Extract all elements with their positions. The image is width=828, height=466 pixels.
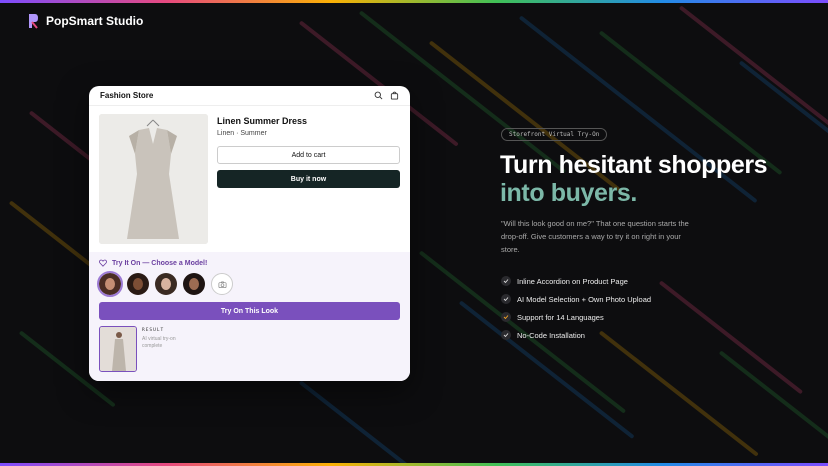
brand-logo-icon: [29, 14, 38, 29]
result-label: RESULT: [142, 328, 165, 333]
model-option-1[interactable]: [97, 271, 123, 297]
headline-line-2: into buyers.: [500, 179, 637, 207]
product-title: Linen Summer Dress: [217, 116, 308, 126]
feature-item: Inline Accordion on Product Page: [501, 272, 651, 290]
camera-icon: [218, 280, 226, 288]
brand-name: PopSmart Studio: [46, 14, 144, 28]
add-to-cart-button[interactable]: Add to cart: [217, 146, 400, 164]
model-option-4[interactable]: [183, 273, 205, 295]
feature-item: Support for 14 Languages: [501, 308, 651, 326]
heart-icon: [99, 259, 107, 267]
check-icon: [501, 276, 511, 286]
check-icon: [501, 312, 511, 322]
feature-label: AI Model Selection + Own Photo Upload: [517, 294, 652, 304]
try-on-panel: Try It On — Choose a Model! Try On This …: [89, 252, 410, 381]
bag-icon[interactable]: [390, 91, 399, 100]
feature-pill: Storefront Virtual Try-On: [501, 128, 608, 141]
store-name: Fashion Store: [100, 91, 154, 100]
feature-label: No-Code Installation: [517, 330, 585, 340]
model-selector: [97, 271, 233, 297]
brand[interactable]: PopSmart Studio: [28, 13, 143, 29]
result-thumbnail[interactable]: [99, 326, 137, 372]
try-on-button[interactable]: Try On This Look: [99, 302, 400, 320]
buy-now-button[interactable]: Buy it now: [217, 170, 400, 188]
try-on-title-label: Try It On — Choose a Model!: [112, 259, 208, 267]
result-description: AI virtual try-on complete: [142, 336, 176, 349]
feature-item: AI Model Selection + Own Photo Upload: [501, 290, 651, 308]
feature-list: Inline Accordion on Product Page AI Mode…: [501, 272, 651, 344]
product-subtitle: Linen · Summer: [217, 130, 267, 137]
headline-line-1: Turn hesitant shoppers: [500, 151, 768, 179]
feature-label: Inline Accordion on Product Page: [517, 276, 628, 286]
store-preview-card: Fashion Store Linen Summer Dress Linen ·…: [89, 86, 410, 381]
search-icon[interactable]: [374, 91, 383, 100]
feature-label: Support for 14 Languages: [517, 312, 604, 322]
hero-description: "Will this look good on me?" That one qu…: [501, 219, 689, 254]
try-on-title[interactable]: Try It On — Choose a Model!: [99, 259, 207, 267]
check-icon: [501, 294, 511, 304]
upload-photo-button[interactable]: [211, 273, 233, 295]
store-header: Fashion Store: [89, 86, 410, 106]
model-option-2[interactable]: [127, 273, 149, 295]
product-image: [99, 114, 208, 244]
feature-item: No-Code Installation: [501, 326, 651, 344]
check-icon: [501, 330, 511, 340]
model-option-3[interactable]: [155, 273, 177, 295]
